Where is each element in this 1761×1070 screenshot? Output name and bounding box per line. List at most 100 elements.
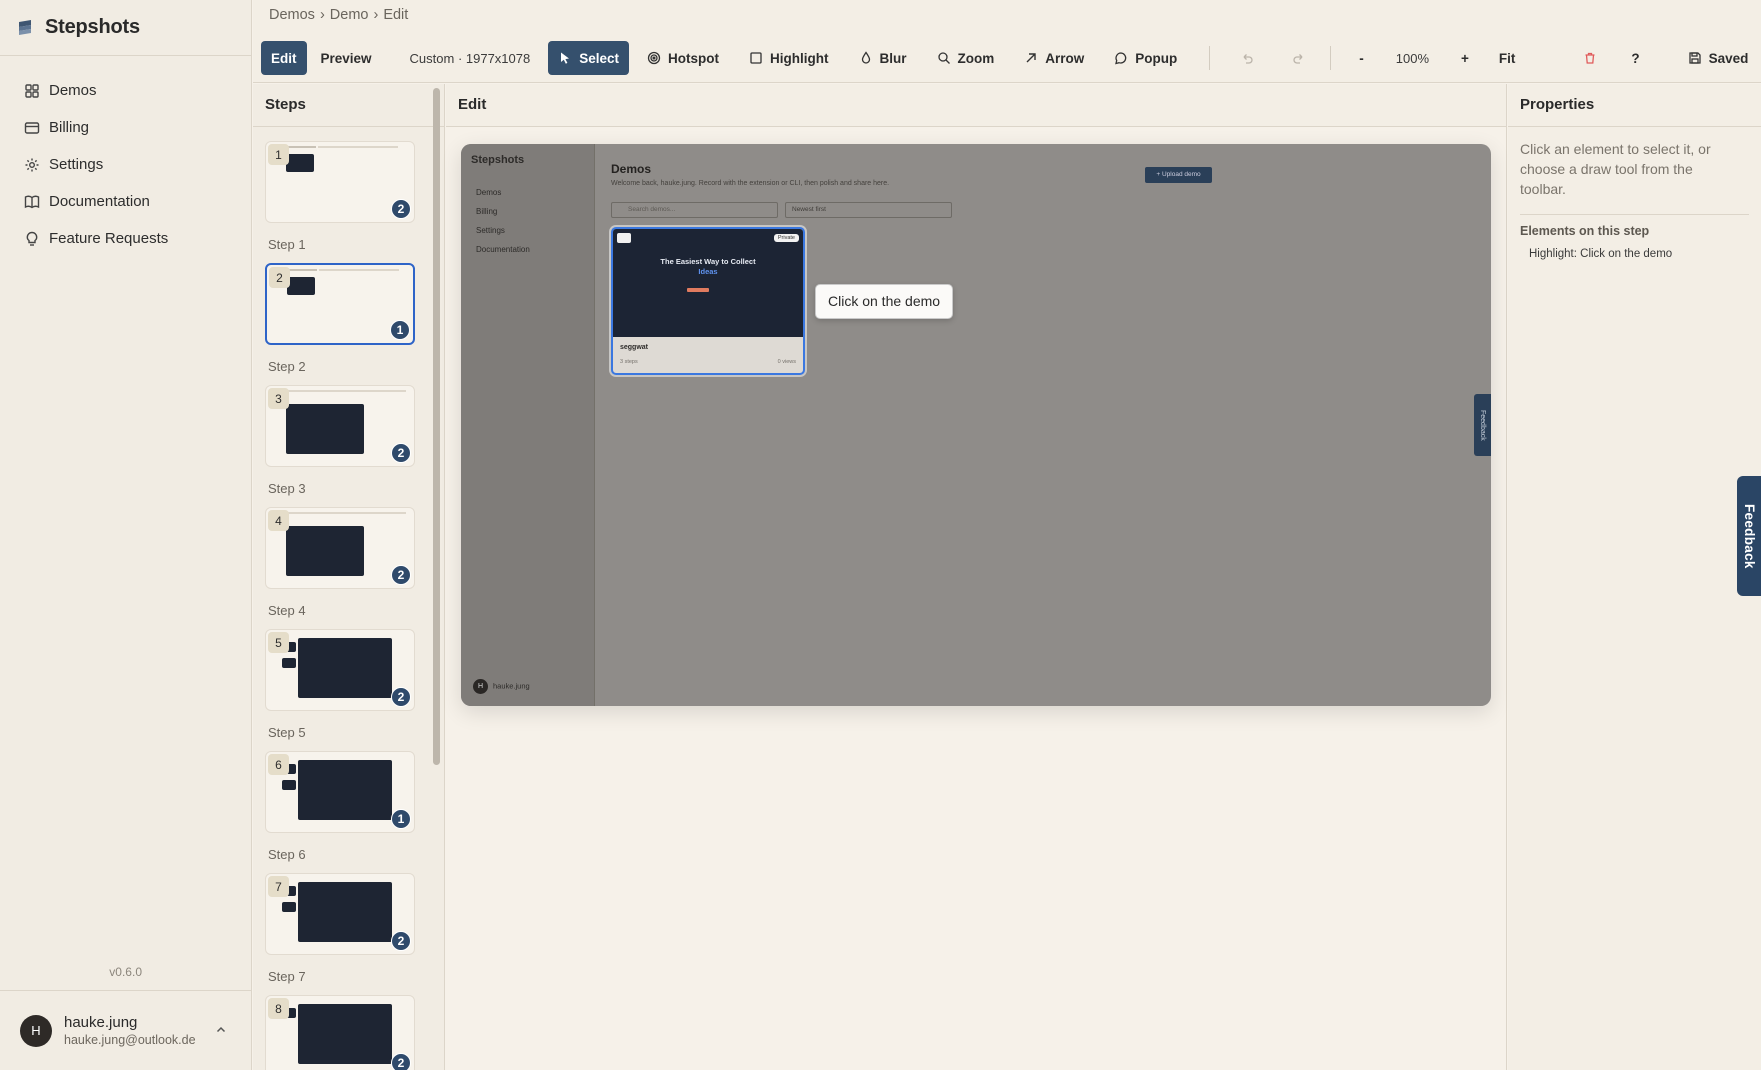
screenshot-search: Search demos... xyxy=(611,202,778,218)
step-thumbnail: 1 2 xyxy=(265,141,415,223)
book-icon xyxy=(24,195,40,208)
edit-panel-title: Edit xyxy=(446,84,1506,127)
step-number: 4 xyxy=(268,510,289,531)
step-thumbnail: 4 2 xyxy=(265,507,415,589)
demo-card-cta xyxy=(687,288,709,292)
speech-bubble-icon xyxy=(1115,52,1127,65)
select-tool-button[interactable]: Select xyxy=(548,41,630,75)
thumb-line xyxy=(287,269,317,271)
steps-scrollbar[interactable] xyxy=(433,88,440,765)
zoom-tool-button[interactable]: Zoom xyxy=(927,41,1005,75)
zoom-out-button[interactable]: - xyxy=(1349,41,1374,75)
thumb-screen xyxy=(286,404,364,454)
steps-panel: Steps 1 2 Step 1 2 1 Step 2 3 2 Step 3 4… xyxy=(253,84,445,1070)
editor-header: Demos › Demo › Edit Edit Preview Custom · 19… xyxy=(253,0,1761,83)
user-name: hauke.jung xyxy=(64,1014,138,1031)
step-element-count: 1 xyxy=(390,320,410,340)
step-item[interactable]: 3 2 Step 3 xyxy=(265,385,425,496)
screenshot-nav-item: Documentation xyxy=(476,245,530,254)
brand[interactable]: Stepshots xyxy=(0,0,251,56)
logo-icon xyxy=(19,19,31,35)
step-element-count: 2 xyxy=(391,931,411,951)
magnifier-icon xyxy=(937,52,950,64)
thumb-line xyxy=(286,390,406,392)
elements-heading: Elements on this step xyxy=(1520,224,1650,238)
step-label: Step 5 xyxy=(268,725,306,740)
demo-card-steps: 3 steps xyxy=(620,359,638,365)
highlight-tool-button[interactable]: Highlight xyxy=(739,41,838,75)
step-element-count: 2 xyxy=(391,687,411,707)
sidebar-item-settings[interactable]: Settings xyxy=(0,146,251,183)
arrow-tool-label: Arrow xyxy=(1045,50,1085,66)
blur-tool-button[interactable]: Blur xyxy=(849,41,917,75)
step-element-count: 1 xyxy=(391,809,411,829)
step-number: 3 xyxy=(268,388,289,409)
thumb-screen xyxy=(298,760,392,820)
step-number: 7 xyxy=(268,876,289,897)
gear-icon xyxy=(25,158,39,171)
step-item[interactable]: 6 1 Step 6 xyxy=(265,751,425,862)
popup-annotation[interactable]: Click on the demo xyxy=(815,284,954,319)
properties-hint: Click an element to select it, or choose… xyxy=(1520,141,1711,197)
cursor-icon xyxy=(561,52,570,64)
step-element-count: 2 xyxy=(391,1053,411,1070)
save-status-label: Saved xyxy=(1708,50,1749,66)
step-thumbnail: 6 1 xyxy=(265,751,415,833)
redo-button[interactable] xyxy=(1282,41,1316,75)
edit-panel: Edit Stepshots Demos Billing Settings Do… xyxy=(446,84,1507,1070)
breadcrumb-edit: Edit xyxy=(383,7,409,23)
popup-tool-label: Popup xyxy=(1135,50,1178,66)
thumb-card xyxy=(282,658,296,668)
sidebar-item-feature-requests[interactable]: Feature Requests xyxy=(0,220,251,257)
sidebar-item-demos[interactable]: Demos xyxy=(0,72,251,109)
step-element-count: 2 xyxy=(391,443,411,463)
demo-card-name: seggwat xyxy=(620,344,649,351)
step-item[interactable]: 5 2 Step 5 xyxy=(265,629,425,740)
sidebar-item-documentation[interactable]: Documentation xyxy=(0,183,251,220)
feedback-tab[interactable]: Feedback xyxy=(1737,476,1761,596)
hotspot-tool-button[interactable]: Hotspot xyxy=(637,41,729,75)
step-item[interactable]: 7 2 Step 7 xyxy=(265,873,425,984)
thumb-line xyxy=(319,269,399,271)
step-item[interactable]: 4 2 Step 4 xyxy=(265,507,425,618)
screenshot-nav-item: Settings xyxy=(476,226,505,235)
step-label: Step 1 xyxy=(268,237,306,252)
breadcrumb: Demos › Demo › Edit xyxy=(269,7,408,23)
save-status[interactable]: Saved xyxy=(1678,41,1759,75)
step-canvas[interactable]: Stepshots Demos Billing Settings Documen… xyxy=(461,144,1491,706)
sidebar-item-label: Settings xyxy=(49,156,104,173)
breadcrumb-demos[interactable]: Demos xyxy=(269,7,315,23)
step-number: 8 xyxy=(268,998,289,1019)
toolbar-divider xyxy=(1209,46,1211,70)
canvas-size-select[interactable]: Custom · 1977x1078 xyxy=(400,41,541,75)
lightbulb-icon xyxy=(26,231,38,246)
user-menu[interactable]: H hauke.jung hauke.jung@outlook.de xyxy=(0,990,252,1070)
sidebar-nav: Demos Billing Settings Documentation Fea… xyxy=(0,56,251,257)
element-list-item[interactable]: Highlight: Click on the demo xyxy=(1508,238,1761,260)
step-number: 2 xyxy=(269,267,290,288)
step-item[interactable]: 1 2 Step 1 xyxy=(265,141,425,252)
steps-panel-title: Steps xyxy=(253,84,444,127)
step-item[interactable]: 8 2 xyxy=(265,995,425,1070)
sidebar-item-billing[interactable]: Billing xyxy=(0,109,251,146)
preview-mode-button[interactable]: Preview xyxy=(311,41,382,75)
breadcrumb-demo[interactable]: Demo xyxy=(330,7,369,23)
fit-button[interactable]: Fit xyxy=(1489,41,1526,75)
folder-icon xyxy=(617,233,631,243)
popup-tool-button[interactable]: Popup xyxy=(1104,41,1187,75)
chevron-up-icon[interactable] xyxy=(214,1023,228,1037)
highlighted-demo-card[interactable]: Private The Easiest Way to Collect Ideas… xyxy=(611,227,805,375)
help-button[interactable]: ? xyxy=(1621,41,1649,75)
zoom-in-button[interactable]: + xyxy=(1451,41,1479,75)
step-number: 5 xyxy=(268,632,289,653)
zoom-tool-label: Zoom xyxy=(957,50,995,66)
arrow-up-right-icon xyxy=(1026,53,1036,63)
arrow-tool-button[interactable]: Arrow xyxy=(1014,41,1094,75)
edit-mode-button[interactable]: Edit xyxy=(261,41,307,75)
step-thumbnail: 3 2 xyxy=(265,385,415,467)
thumb-card xyxy=(282,780,296,790)
undo-button[interactable] xyxy=(1230,41,1264,75)
step-item[interactable]: 2 1 Step 2 xyxy=(265,263,425,374)
delete-step-button[interactable] xyxy=(1573,41,1607,75)
step-number: 1 xyxy=(268,144,289,165)
